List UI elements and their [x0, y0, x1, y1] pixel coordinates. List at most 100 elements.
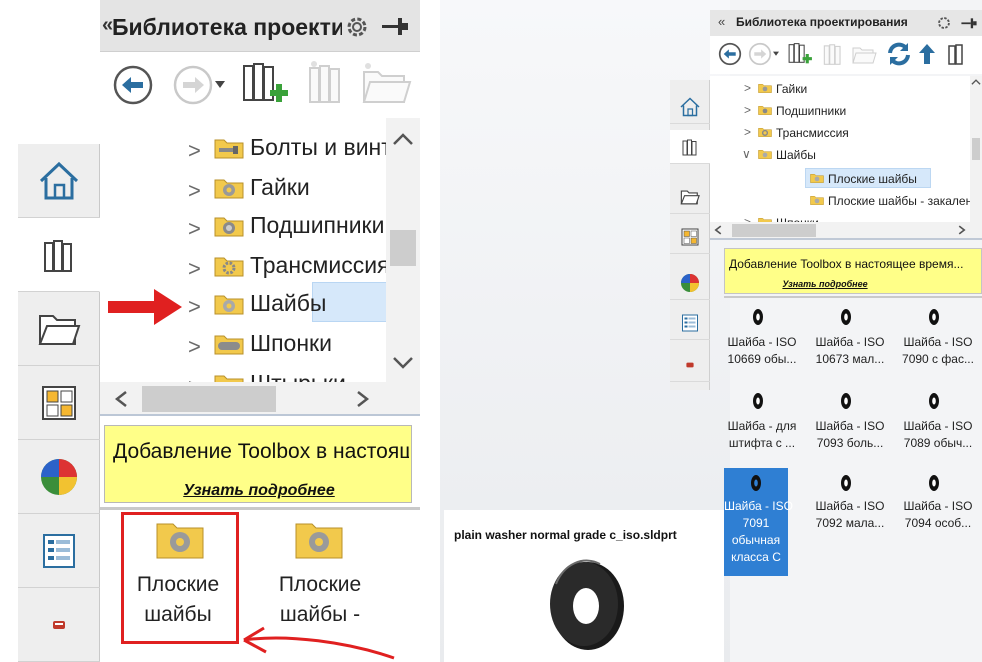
- learn-more-link[interactable]: Узнать подробнее: [725, 279, 925, 289]
- history-dropdown-icon[interactable]: [772, 51, 780, 57]
- tab-custom-properties[interactable]: [18, 514, 100, 588]
- tab-custom-properties[interactable]: [670, 306, 710, 340]
- panel-title: Библиотека проектирования: [736, 15, 908, 29]
- refresh-icon[interactable]: [886, 41, 912, 67]
- part-item-iso-7093[interactable]: Шайба - ISO 7093 боль...: [814, 388, 884, 462]
- part-item-iso-7092[interactable]: Шайба - ISO 7092 мала...: [814, 468, 884, 542]
- tab-file-explorer[interactable]: [18, 292, 100, 366]
- tab-view-palette[interactable]: [18, 366, 100, 440]
- pin-icon[interactable]: [960, 16, 978, 30]
- back-arrow-icon[interactable]: [718, 42, 742, 66]
- toolbox-info-banner: Добавление Toolbox в настоящее время... …: [104, 425, 412, 503]
- chevron-right-icon[interactable]: >: [188, 138, 201, 164]
- part-item-iso-7094[interactable]: Шайба - ISO 7094 особ...: [902, 468, 972, 542]
- bolt-folder-icon: [214, 139, 244, 159]
- splitter[interactable]: [100, 507, 420, 510]
- library-tree: > Болты и винты > Гайки > Подшипники > Т…: [100, 118, 420, 382]
- tree-item-transmission[interactable]: > Трансмиссия: [710, 122, 930, 144]
- item-label-line2: 10669 обы...: [727, 352, 797, 366]
- scroll-left-arrow-icon[interactable]: [714, 225, 722, 235]
- forward-arrow-icon[interactable]: [172, 64, 214, 106]
- tab-design-library[interactable]: [18, 218, 100, 292]
- back-arrow-icon[interactable]: [112, 64, 154, 106]
- tab-design-library[interactable]: [670, 130, 710, 164]
- tab-view-palette[interactable]: [670, 220, 710, 254]
- part-item-iso-10673[interactable]: Шайба - ISO 10673 мал...: [814, 304, 884, 378]
- add-to-library-icon[interactable]: [786, 40, 814, 68]
- tree-item-label: Шайбы: [250, 290, 327, 316]
- chevron-right-icon[interactable]: >: [744, 125, 751, 139]
- washer-part-icon: [929, 475, 939, 491]
- item-label-line2: 7089 обыч...: [903, 436, 973, 450]
- scroll-thumb[interactable]: [732, 224, 816, 237]
- options-gear-icon[interactable]: [936, 15, 952, 31]
- pin-icon[interactable]: [380, 14, 410, 38]
- add-file-location-icon[interactable]: [302, 58, 350, 108]
- tree-item-flat-washers[interactable]: Плоские шайбы: [710, 168, 950, 190]
- tree-horizontal-scrollbar[interactable]: [100, 382, 420, 416]
- tab-home[interactable]: [670, 90, 710, 124]
- part-item-pin-washer[interactable]: Шайба - для штифта с ...: [726, 388, 796, 462]
- tree-item-flat-washers-hardened[interactable]: Плоские шайбы - закаленные: [710, 190, 970, 212]
- tree-item-bearings[interactable]: > Подшипники: [710, 100, 930, 122]
- chevron-right-icon[interactable]: >: [744, 103, 751, 117]
- add-file-location-icon[interactable]: [820, 40, 846, 68]
- forward-arrow-icon[interactable]: [748, 42, 772, 66]
- tree-horizontal-scrollbar[interactable]: [710, 222, 982, 240]
- chevron-down-icon[interactable]: ∨: [742, 147, 751, 161]
- learn-more-link[interactable]: Узнать подробнее: [105, 482, 413, 500]
- part-item-iso-7091[interactable]: Шайба - ISO 7091 обычная класса С: [724, 468, 793, 576]
- scroll-right-arrow-icon[interactable]: [356, 390, 370, 408]
- library-toolbar: [100, 52, 420, 118]
- forum-icon: [53, 620, 65, 629]
- scroll-down-arrow-icon[interactable]: [392, 356, 414, 370]
- part-item-iso-10669[interactable]: Шайба - ISO 10669 обы...: [726, 304, 796, 378]
- chevron-right-icon[interactable]: >: [188, 334, 201, 360]
- collapse-chevron-icon[interactable]: «: [718, 14, 725, 29]
- history-dropdown-icon[interactable]: [214, 80, 226, 90]
- chevron-right-icon[interactable]: >: [188, 178, 201, 204]
- tree-item-washers[interactable]: ∨ Шайбы: [710, 144, 930, 166]
- tab-appearances[interactable]: [670, 266, 710, 300]
- tab-solidworks-forum[interactable]: [18, 588, 100, 662]
- scroll-up-arrow-icon[interactable]: [392, 132, 414, 146]
- design-library-header: « Библиотека проектирования: [710, 10, 982, 36]
- tab-home[interactable]: [18, 144, 100, 218]
- splitter[interactable]: [724, 296, 982, 298]
- chevron-right-icon[interactable]: >: [744, 81, 751, 95]
- add-to-library-icon[interactable]: [238, 58, 292, 110]
- tab-file-explorer[interactable]: [670, 180, 710, 214]
- washer-folder-icon: [295, 523, 343, 559]
- tree-vertical-scrollbar[interactable]: [970, 76, 982, 226]
- banner-message: Добавление Toolbox в настоящее время...: [729, 257, 964, 271]
- tab-solidworks-forum[interactable]: [670, 348, 710, 382]
- scroll-thumb[interactable]: [390, 230, 416, 266]
- gear-folder-icon: [758, 128, 772, 137]
- tree-vertical-scrollbar[interactable]: [386, 118, 420, 382]
- create-new-folder-icon[interactable]: [358, 60, 414, 108]
- scroll-left-arrow-icon[interactable]: [114, 390, 128, 408]
- part-item-iso-7089[interactable]: Шайба - ISO 7089 обыч...: [902, 388, 972, 462]
- chevron-right-icon[interactable]: >: [188, 256, 201, 282]
- chevron-right-icon[interactable]: >: [188, 216, 201, 242]
- scroll-up-arrow-icon[interactable]: [971, 78, 981, 86]
- create-new-folder-icon[interactable]: [850, 42, 878, 66]
- up-level-arrow-icon[interactable]: [918, 42, 936, 66]
- scroll-thumb[interactable]: [972, 138, 980, 160]
- part-item-iso-7090[interactable]: Шайба - ISO 7090 с фас...: [902, 304, 974, 378]
- chevron-right-icon[interactable]: >: [188, 374, 201, 382]
- tab-appearances[interactable]: [18, 440, 100, 514]
- tree-item-label: Гайки: [776, 82, 808, 96]
- left-screenshot-panel: « Библиотека проектирования > Болты и ви…: [0, 0, 420, 662]
- scroll-right-arrow-icon[interactable]: [958, 225, 966, 235]
- home-icon: [39, 161, 79, 199]
- options-gear-icon[interactable]: [344, 14, 370, 40]
- folder-open-icon: [38, 314, 81, 345]
- library-settings-icon[interactable]: [946, 42, 966, 66]
- chevron-right-icon[interactable]: >: [188, 294, 201, 320]
- washer-part-icon: [753, 309, 763, 325]
- scroll-thumb[interactable]: [142, 386, 276, 412]
- item-label-line1: Шайба - ISO: [815, 419, 885, 433]
- washer-part-icon: [841, 475, 851, 491]
- tree-item-nuts[interactable]: > Гайки: [710, 78, 910, 100]
